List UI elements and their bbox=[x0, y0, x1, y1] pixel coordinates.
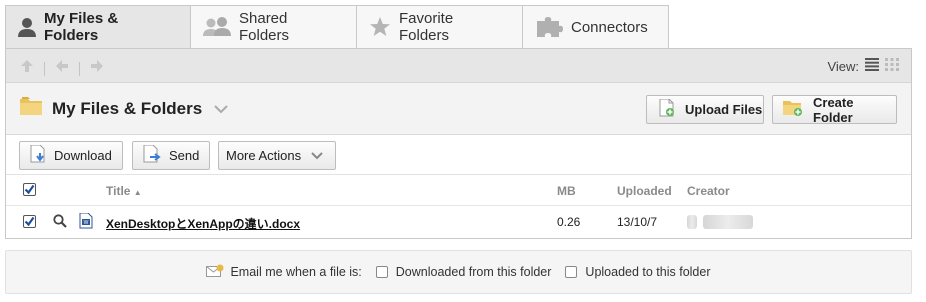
new-folder-icon bbox=[783, 100, 803, 119]
email-label: Email me when a file is: bbox=[230, 265, 362, 279]
column-creator[interactable]: Creator bbox=[687, 184, 730, 198]
users-icon bbox=[203, 17, 231, 37]
forward-arrow-icon[interactable] bbox=[90, 59, 104, 78]
up-arrow-icon[interactable] bbox=[20, 59, 34, 78]
send-label: Send bbox=[169, 148, 200, 163]
action-bar: Download Send More Actions bbox=[6, 135, 911, 175]
file-size: 0.26 bbox=[557, 215, 581, 229]
download-icon bbox=[30, 144, 46, 166]
chevron-down-icon bbox=[311, 148, 323, 163]
more-actions-label: More Actions bbox=[226, 148, 302, 163]
navigation-bar: View: bbox=[6, 49, 911, 83]
puzzle-icon bbox=[535, 17, 563, 37]
table-row[interactable]: W XenDesktopとXenAppの違い.docx 0.26 13/10/7 bbox=[6, 206, 911, 238]
column-mb[interactable]: MB bbox=[557, 184, 576, 198]
tab-label: Shared Folders bbox=[239, 10, 290, 44]
svg-text:W: W bbox=[84, 220, 89, 226]
download-button[interactable]: Download bbox=[19, 141, 123, 170]
tab-shared-folders[interactable]: Shared Folders bbox=[191, 5, 357, 49]
back-arrow-icon[interactable] bbox=[55, 59, 69, 78]
sort-asc-icon: ▲ bbox=[133, 188, 142, 197]
file-name-link[interactable]: XenDesktopとXenAppの違い.docx bbox=[106, 215, 300, 232]
folder-header: My Files & Folders Upload Files Create F… bbox=[6, 83, 911, 135]
folder-title: My Files & Folders bbox=[20, 97, 228, 120]
table-header: Title ▲ MB Uploaded Creator bbox=[6, 175, 911, 206]
view-label: View: bbox=[827, 58, 859, 74]
upload-file-icon bbox=[659, 98, 675, 120]
column-uploaded[interactable]: Uploaded bbox=[617, 184, 672, 198]
downloaded-checkbox[interactable] bbox=[375, 266, 388, 278]
view-switcher: View: bbox=[827, 58, 899, 74]
word-document-icon: W bbox=[79, 212, 93, 232]
column-title[interactable]: Title ▲ bbox=[106, 184, 142, 198]
file-uploaded-date: 13/10/7 bbox=[617, 215, 658, 229]
downloaded-option-label: Downloaded from this folder bbox=[395, 265, 552, 279]
create-folder-button[interactable]: Create Folder bbox=[772, 94, 897, 125]
tab-label: My Files & Folders bbox=[44, 10, 119, 44]
tab-my-files[interactable]: My Files & Folders bbox=[5, 5, 191, 49]
separator bbox=[79, 61, 80, 76]
tab-connectors[interactable]: Connectors bbox=[523, 5, 669, 49]
upload-files-label: Upload Files bbox=[685, 102, 763, 117]
star-icon bbox=[369, 17, 391, 37]
download-label: Download bbox=[54, 148, 112, 163]
file-panel: View: My Files & Folders Upload Files Cr… bbox=[5, 48, 912, 239]
user-icon bbox=[18, 17, 36, 37]
nav-arrows bbox=[20, 59, 104, 78]
more-actions-button[interactable]: More Actions bbox=[218, 141, 336, 170]
send-icon bbox=[143, 144, 161, 166]
select-all-checkbox[interactable] bbox=[23, 183, 36, 196]
creator-avatar-blurred bbox=[687, 215, 697, 229]
tab-bar: My Files & Folders Shared Folders Favori… bbox=[5, 5, 669, 49]
uploaded-option-label: Uploaded to this folder bbox=[585, 265, 711, 279]
email-notification-bar: Email me when a file is: Downloaded from… bbox=[5, 250, 912, 294]
tab-label: Connectors bbox=[571, 18, 648, 36]
list-view-icon[interactable] bbox=[865, 58, 879, 74]
uploaded-checkbox[interactable] bbox=[565, 266, 578, 278]
row-checkbox[interactable] bbox=[23, 215, 36, 228]
separator bbox=[44, 61, 45, 76]
chevron-down-icon[interactable] bbox=[214, 104, 228, 114]
preview-magnifier-icon[interactable] bbox=[53, 214, 67, 231]
grid-view-icon[interactable] bbox=[885, 58, 899, 74]
column-title-label: Title bbox=[106, 184, 131, 198]
email-icon bbox=[206, 264, 224, 281]
folder-icon bbox=[20, 97, 42, 120]
creator-name-blurred bbox=[703, 215, 753, 229]
create-folder-label: Create Folder bbox=[813, 94, 854, 125]
send-button[interactable]: Send bbox=[132, 141, 210, 170]
tab-label: Favorite Folders bbox=[399, 10, 454, 44]
folder-title-text: My Files & Folders bbox=[52, 98, 203, 118]
upload-files-button[interactable]: Upload Files bbox=[646, 95, 764, 124]
tab-favorite-folders[interactable]: Favorite Folders bbox=[357, 5, 523, 49]
